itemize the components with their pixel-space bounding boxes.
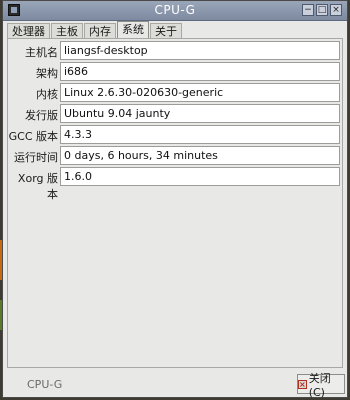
tab-processor[interactable]: 处理器 xyxy=(7,23,50,38)
cpu-g-window: CPU-G − □ × 处理器 主板 内存 系统 关于 主机名 liangsf-… xyxy=(2,0,348,399)
title-bar[interactable]: CPU-G − □ × xyxy=(3,1,347,21)
hostname-field[interactable]: liangsf-desktop xyxy=(60,41,340,60)
tab-system[interactable]: 系统 xyxy=(117,21,149,38)
close-icon: × xyxy=(298,379,307,389)
uptime-row: 运行时间 0 days, 6 hours, 34 minutes xyxy=(8,146,342,165)
kernel-label: 内核 xyxy=(36,88,58,101)
window-title: CPU-G xyxy=(154,3,196,17)
gcc-version-field[interactable]: 4.3.3 xyxy=(60,125,340,144)
architecture-field[interactable]: i686 xyxy=(60,62,340,81)
distribution-label: 发行版 xyxy=(25,109,58,122)
close-button-label: 关闭(C) xyxy=(308,371,331,399)
status-bar: CPU-G × 关闭(C) xyxy=(3,370,347,399)
close-window-button[interactable]: × xyxy=(330,4,342,16)
close-button[interactable]: × 关闭(C) xyxy=(297,372,345,399)
hostname-label: 主机名 xyxy=(25,46,58,59)
distribution-row: 发行版 Ubuntu 9.04 jaunty xyxy=(8,104,342,123)
maximize-button[interactable]: □ xyxy=(316,4,328,16)
xorg-version-field[interactable]: 1.6.0 xyxy=(60,167,340,186)
architecture-row: 架构 i686 xyxy=(8,62,342,81)
tab-mainboard[interactable]: 主板 xyxy=(51,23,83,38)
minimize-button[interactable]: − xyxy=(302,4,314,16)
system-panel: 主机名 liangsf-desktop 架构 i686 内核 Linux 2.6… xyxy=(7,38,343,368)
tab-about[interactable]: 关于 xyxy=(150,23,182,38)
uptime-field[interactable]: 0 days, 6 hours, 34 minutes xyxy=(60,146,340,165)
gcc-version-row: GCC 版本 4.3.3 xyxy=(8,125,342,144)
distribution-field[interactable]: Ubuntu 9.04 jaunty xyxy=(60,104,340,123)
tab-memory[interactable]: 内存 xyxy=(84,23,116,38)
hostname-row: 主机名 liangsf-desktop xyxy=(8,41,342,60)
tab-bar: 处理器 主板 内存 系统 关于 xyxy=(7,21,183,38)
xorg-version-row: Xorg 版本 1.6.0 xyxy=(8,167,342,201)
uptime-label: 运行时间 xyxy=(14,151,58,164)
kernel-row: 内核 Linux 2.6.30-020630-generic xyxy=(8,83,342,102)
xorg-version-label: Xorg 版本 xyxy=(17,172,58,201)
gcc-version-label: GCC 版本 xyxy=(8,130,58,143)
status-text: CPU-G xyxy=(27,378,63,391)
kernel-field[interactable]: Linux 2.6.30-020630-generic xyxy=(60,83,340,102)
architecture-label: 架构 xyxy=(36,67,58,80)
